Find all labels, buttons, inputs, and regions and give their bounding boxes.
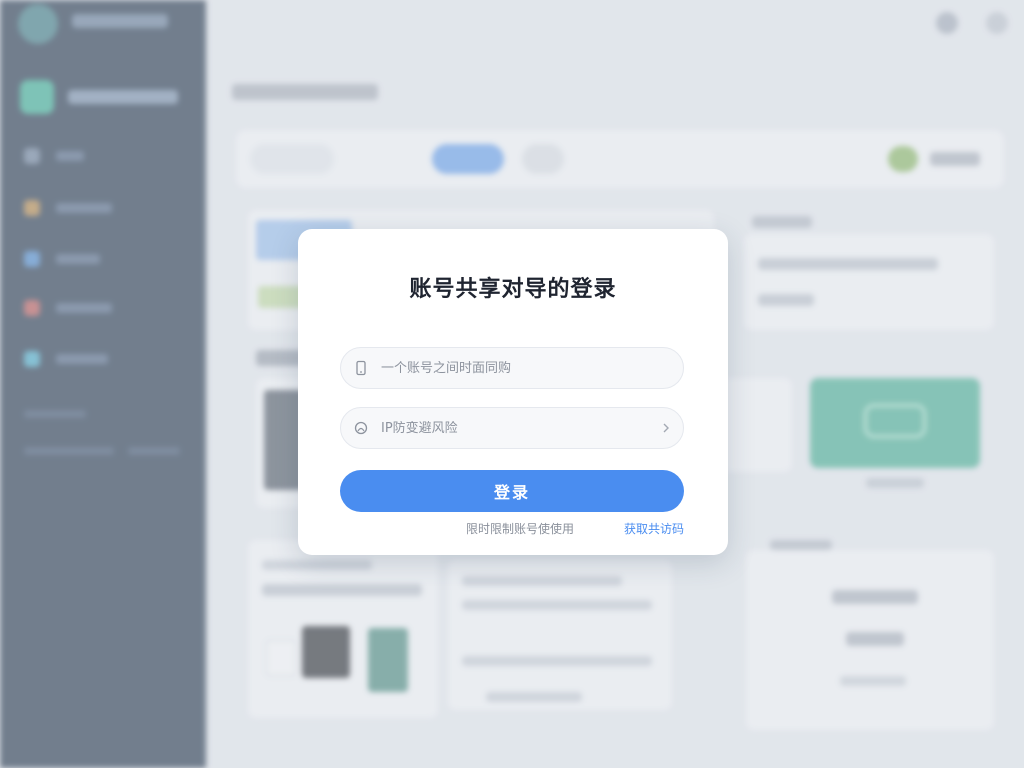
login-modal: 账号共享对导的登录 登录 限时限制账号使使用 获取共访码 <box>298 229 728 555</box>
ip-input[interactable] <box>381 420 649 436</box>
modal-title: 账号共享对导的登录 <box>409 277 617 302</box>
account-field[interactable] <box>340 347 684 389</box>
phone-icon <box>341 360 381 376</box>
usage-hint: 限时限制账号使使用 <box>466 522 575 536</box>
chevron-right-icon[interactable] <box>649 422 683 434</box>
get-access-code-link[interactable]: 获取共访码 <box>624 520 684 537</box>
shield-icon <box>341 420 381 436</box>
account-input[interactable] <box>381 360 683 376</box>
login-button[interactable]: 登录 <box>340 470 684 512</box>
ip-field[interactable] <box>340 407 684 449</box>
